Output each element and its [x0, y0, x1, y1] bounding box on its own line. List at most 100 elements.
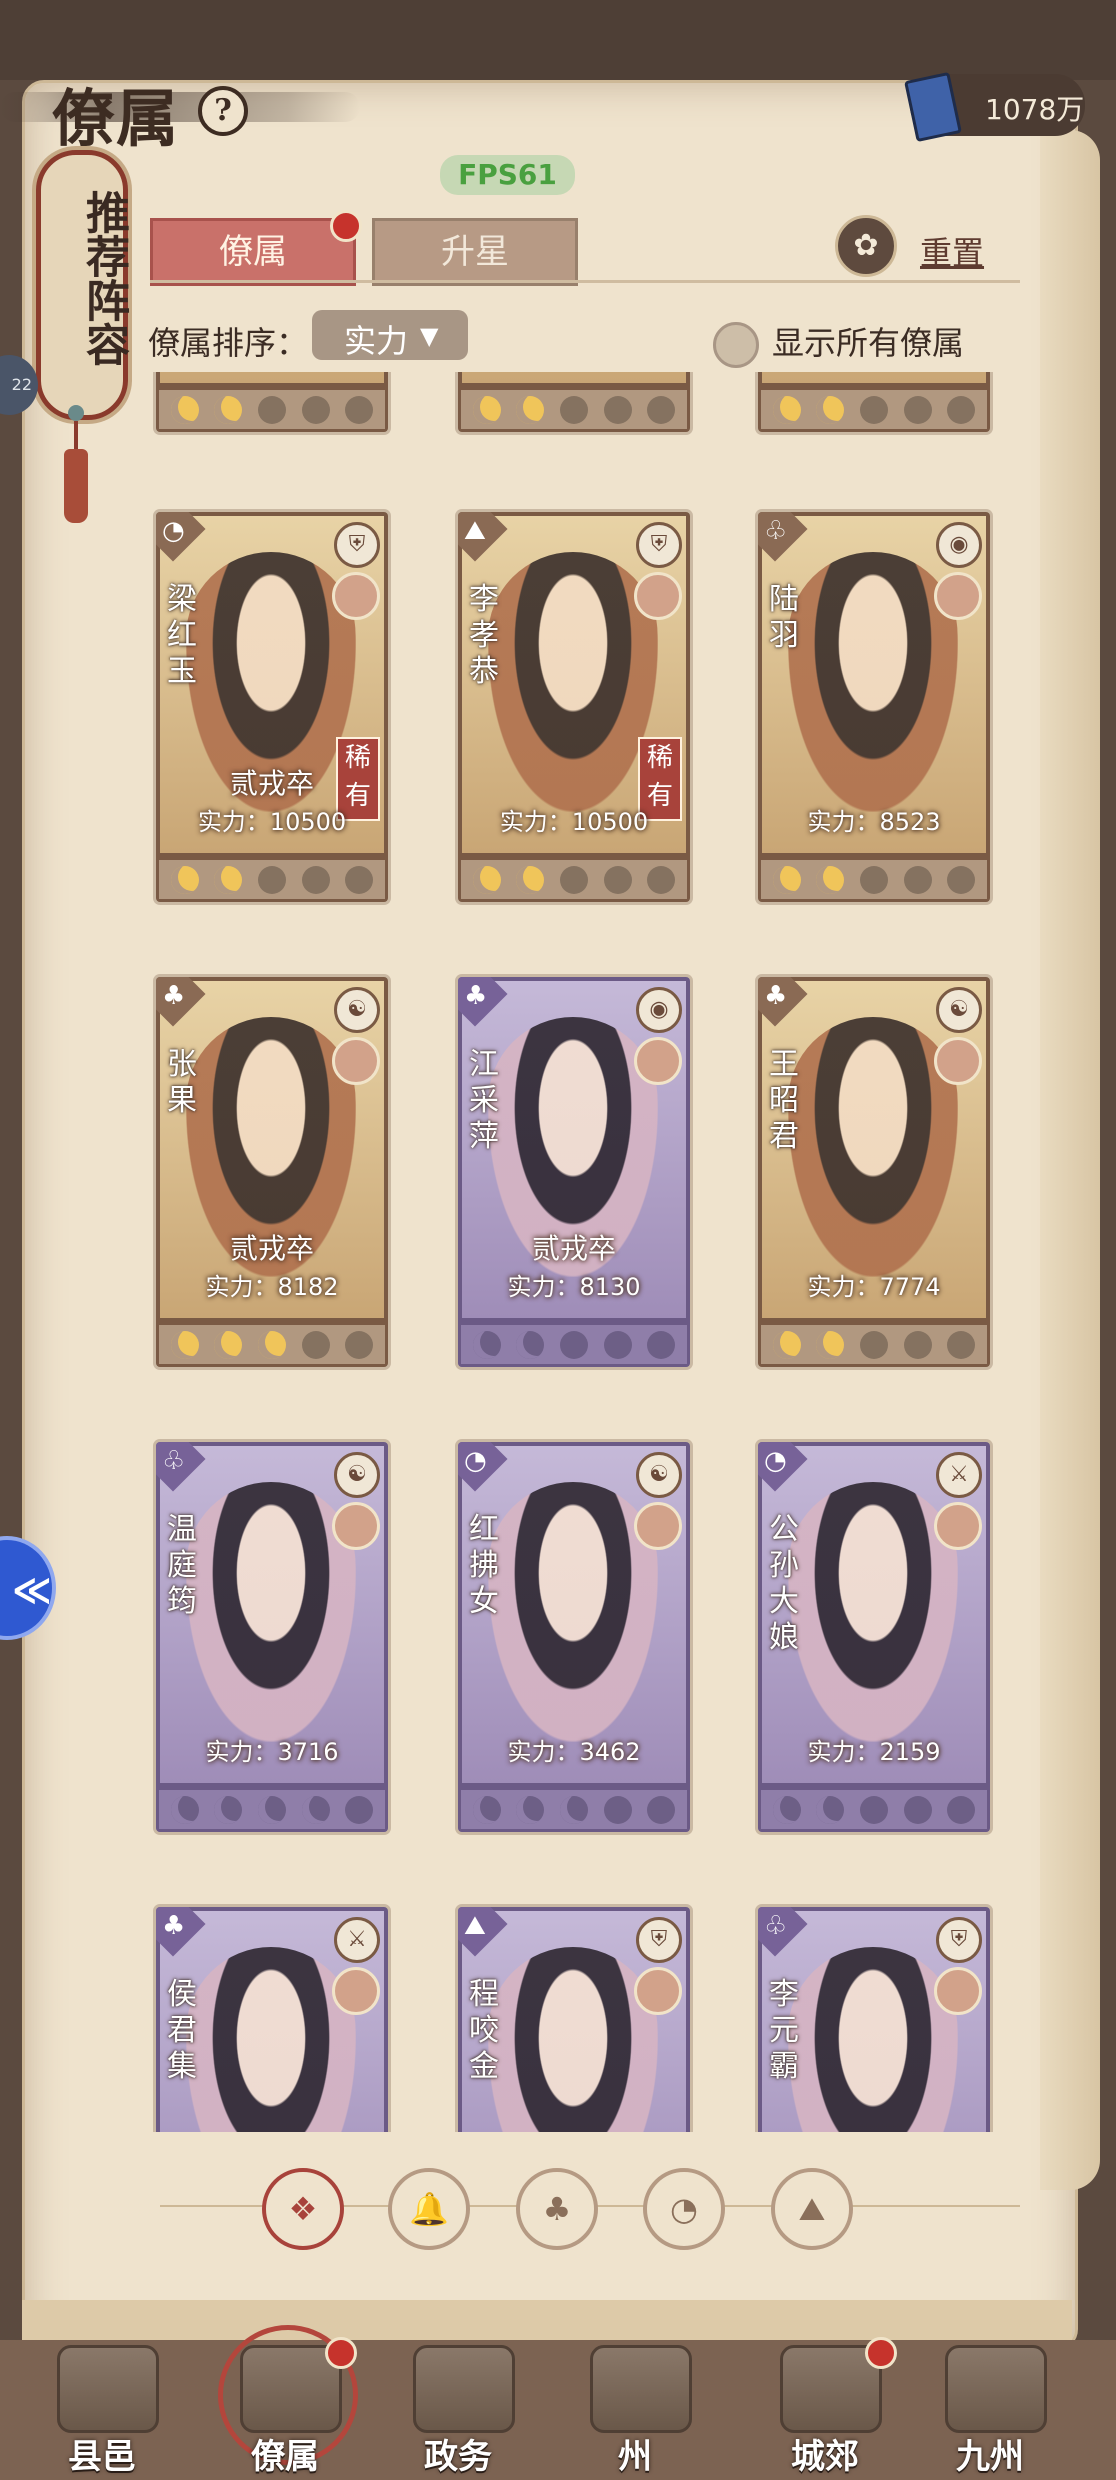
star-bar — [156, 857, 388, 902]
sword-skill-icon: ⚔ — [936, 1452, 982, 1498]
moon-star-icon — [472, 395, 501, 424]
tassel-icon — [62, 405, 90, 523]
moon-star-icon — [903, 395, 932, 424]
moon-star-icon — [214, 865, 243, 894]
retainer-card[interactable]: ♣ ☯ 张果 贰戎卒 实力：8182 — [156, 977, 388, 1367]
nav-item-4[interactable]: 城郊 — [745, 2337, 905, 2477]
gourd-icon: ♣ — [764, 981, 788, 1011]
moon-star-icon — [301, 395, 330, 424]
retainer-card-partial[interactable]: 实力：12948 — [758, 372, 990, 432]
moon-star-icon — [947, 1795, 976, 1824]
fan-icon: ◔ — [464, 1446, 487, 1476]
moon-star-icon — [947, 395, 976, 424]
moon-star-icon — [903, 1330, 932, 1359]
nav-item-1[interactable]: 僚属 — [205, 2337, 365, 2477]
retainer-card[interactable]: ◔ ⛨ 梁红玉 稀有 贰戎卒 实力：10500 — [156, 512, 388, 902]
reset-button[interactable]: 重置 — [920, 228, 984, 274]
show-all-checkbox[interactable] — [713, 322, 759, 368]
retainer-card[interactable]: ⛰ ⛨ 程咬金 — [458, 1907, 690, 2132]
gourd-icon: ♣ — [542, 2190, 572, 2228]
bell-filter-button[interactable]: 🔔 — [388, 2168, 470, 2250]
mini-avatar — [934, 572, 982, 620]
mini-avatar — [634, 572, 682, 620]
mini-avatar — [634, 1037, 682, 1085]
bell-icon: ♧ — [162, 1446, 186, 1476]
card-body — [758, 372, 990, 387]
page-title: 僚属 — [52, 82, 181, 155]
taiji-skill-icon: ☯ — [936, 987, 982, 1033]
tab-retainers[interactable]: 僚属 — [150, 218, 356, 286]
moon-star-icon — [472, 1330, 501, 1359]
retainer-card-partial[interactable]: 实力：13390 — [156, 372, 388, 432]
retainer-card[interactable]: ⛰ ⛨ 李孝恭 稀有 实力：10500 — [458, 512, 690, 902]
moon-star-icon — [345, 395, 374, 424]
nav-item-5[interactable]: 九州 — [910, 2345, 1070, 2477]
taiji-skill-icon: ☯ — [334, 987, 380, 1033]
moon-star-icon — [516, 1330, 545, 1359]
moon-star-icon — [301, 865, 330, 894]
retainer-card[interactable]: ♧ ☯ 温庭筠 实力：3716 — [156, 1442, 388, 1832]
mini-avatar — [634, 1502, 682, 1550]
retainer-card[interactable]: ◔ ☯ 红拂女 实力：3462 — [458, 1442, 690, 1832]
retainer-card[interactable]: ♣ ☯ 王昭君 实力：7774 — [758, 977, 990, 1367]
county-building-icon — [57, 2345, 159, 2433]
nav-label: 九州 — [956, 2437, 1024, 2477]
moon-star-icon — [816, 1795, 845, 1824]
moon-star-icon — [772, 865, 801, 894]
star-bar — [156, 1787, 388, 1832]
moon-star-icon — [903, 865, 932, 894]
retainer-card[interactable]: ♣ ◉ 江采萍 贰戎卒 实力：8130 — [458, 977, 690, 1367]
retainer-card[interactable]: ◔ ⚔ 公孙大娘 实力：2159 — [758, 1442, 990, 1832]
card-power: 实力：8523 — [807, 808, 941, 836]
tab-star-up[interactable]: 升星 — [372, 218, 578, 286]
bell-icon: ♧ — [764, 1911, 788, 1941]
retainer-portrait — [788, 1482, 958, 1742]
all-diamond-filter-button[interactable]: ❖ — [262, 2168, 344, 2250]
gourd-filter-button[interactable]: ♣ — [516, 2168, 598, 2250]
retainer-card-partial[interactable]: 实力：12963 — [458, 372, 690, 432]
star-bar — [758, 387, 990, 432]
moon-star-icon — [647, 395, 676, 424]
shield-skill-icon: ⛨ — [636, 1917, 682, 1963]
moon-star-icon — [603, 865, 632, 894]
retainer-name: 红拂女 — [469, 1512, 499, 1619]
moon-star-icon — [472, 1795, 501, 1824]
nav-item-3[interactable]: 州 — [555, 2345, 715, 2477]
retainer-card[interactable]: ♧ ⛨ 李元霸 — [758, 1907, 990, 2132]
retainer-portrait — [788, 1947, 958, 2132]
retainer-card[interactable]: ♧ ◉ 陆羽 实力：8523 — [758, 512, 990, 902]
fan-filter-button[interactable]: ◔ — [643, 2168, 725, 2250]
moon-star-icon — [772, 395, 801, 424]
star-bar — [758, 1787, 990, 1832]
star-bar — [156, 1322, 388, 1367]
star-bar — [156, 387, 388, 432]
mountain-filter-button[interactable]: ⛰ — [771, 2168, 853, 2250]
retainer-portrait — [186, 1482, 356, 1742]
nav-label: 僚属 — [251, 2437, 319, 2477]
retainer-portrait — [488, 552, 658, 812]
mountain-icon: ⛰ — [464, 516, 486, 546]
mini-avatar — [332, 1037, 380, 1085]
star-bar — [458, 857, 690, 902]
reset-flower-icon[interactable]: ✿ — [835, 215, 897, 277]
all-diamond-icon: ❖ — [288, 2190, 318, 2228]
retainer-name: 李元霸 — [769, 1977, 799, 2084]
currency-value: 1078万 — [985, 93, 1085, 126]
star-bar — [758, 1322, 990, 1367]
book-edge — [1040, 130, 1100, 2190]
retainer-name: 温庭筠 — [167, 1512, 197, 1619]
mountain-icon: ⛰ — [798, 2190, 826, 2228]
moon-star-icon — [559, 1330, 588, 1359]
star-bar — [458, 1322, 690, 1367]
moon-star-icon — [772, 1330, 801, 1359]
mini-avatar — [332, 1967, 380, 2015]
nav-item-2[interactable]: 政务 — [378, 2345, 538, 2477]
moon-star-icon — [647, 1330, 676, 1359]
moon-star-icon — [257, 1330, 286, 1359]
moon-star-icon — [859, 395, 888, 424]
help-icon[interactable]: ? — [198, 86, 248, 136]
retainer-card[interactable]: ♣ ⚔ 侯君集 — [156, 1907, 388, 2132]
star-bar — [458, 1787, 690, 1832]
nav-item-0[interactable]: 县邑 — [22, 2345, 182, 2477]
government-documents-icon — [413, 2345, 515, 2433]
